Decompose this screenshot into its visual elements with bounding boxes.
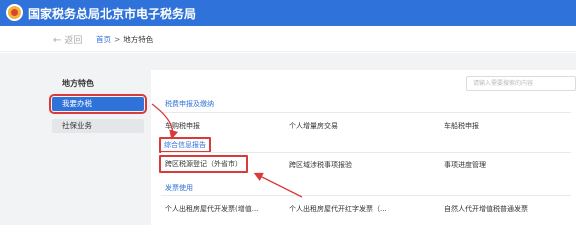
annotation-arrow-icon [151,103,179,140]
annotation-arrows [151,103,303,198]
annotation-arrow-icon [253,172,303,198]
